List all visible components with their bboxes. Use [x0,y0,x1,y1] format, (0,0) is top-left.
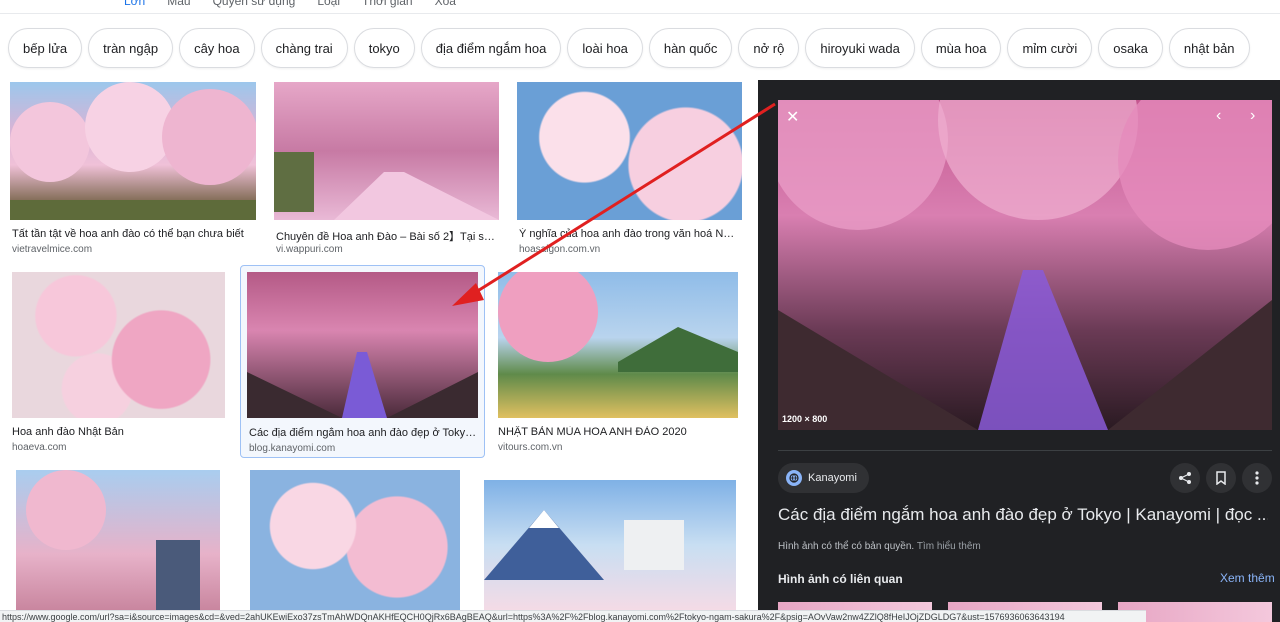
share-icon [1179,472,1191,484]
chip[interactable]: hàn quốc [648,28,733,68]
result-thumbnail[interactable] [10,82,256,220]
result-caption[interactable]: Ý nghĩa của hoa anh đào trong văn hoá Nh… [519,228,739,240]
result-thumbnail[interactable] [517,82,742,220]
save-button[interactable] [1206,463,1236,493]
chip[interactable]: loài hoa [567,28,643,68]
result-caption[interactable]: Chuyên đề Hoa anh Đào – Bài số 2】Tại sao… [276,228,496,244]
image-result[interactable]: Hoa anh đào Nhật Bản hoaeva.com [12,272,225,453]
search-tools-bar: Lớn Màu Quyền sử dụng Loại Thời gian Xóa [0,0,1280,14]
image-result[interactable]: NHẬT BẢN MÙA HOA ANH ĐÀO 2020 vitours.co… [498,272,738,453]
copyright-notice: Hình ảnh có thể có bản quyền. Tìm hiểu t… [778,541,981,552]
tool-clear[interactable]: Xóa [435,0,456,8]
chip[interactable]: chàng trai [260,28,348,68]
image-result[interactable]: Tất tần tật về hoa anh đào có thể bạn ch… [10,82,256,258]
related-search-chips: bếp lửa tràn ngập cây hoa chàng trai tok… [8,28,1250,68]
image-result[interactable] [16,470,220,610]
preview-title[interactable]: Các địa điểm ngắm hoa anh đào đẹp ở Toky… [778,505,1268,525]
close-icon[interactable]: ✕ [786,107,799,127]
result-source[interactable]: blog.kanayomi.com [249,443,335,454]
result-thumbnail[interactable] [247,272,478,418]
chip[interactable]: địa điểm ngắm hoa [420,28,562,68]
chip[interactable]: osaka [1098,28,1163,68]
see-more-link[interactable]: Xem thêm [1220,571,1275,585]
chevron-right-icon[interactable]: › [1250,107,1255,125]
result-source[interactable]: vitours.com.vn [498,442,562,453]
image-result[interactable]: Chuyên đề Hoa anh Đào – Bài số 2】Tại sao… [274,82,499,258]
mount-fuji-image [484,510,684,580]
result-source[interactable]: vi.wappuri.com [276,244,343,255]
chip[interactable]: mỉm cười [1007,28,1093,68]
globe-icon [786,470,802,486]
chip[interactable]: bếp lửa [8,28,83,68]
chevron-left-icon[interactable]: ‹ [1216,107,1221,125]
image-result[interactable] [250,470,460,610]
chip[interactable]: mùa hoa [920,28,1002,68]
site-badge[interactable]: Kanayomi [778,463,869,493]
result-thumbnail[interactable] [12,272,225,418]
chip[interactable]: tràn ngập [88,28,174,68]
result-thumbnail[interactable] [498,272,738,418]
more-options-button[interactable] [1242,463,1272,493]
chip[interactable]: cây hoa [179,28,255,68]
learn-more-link[interactable]: Tìm hiểu thêm [917,541,981,552]
result-source[interactable]: hoaeva.com [12,442,66,453]
result-thumbnail[interactable] [484,480,736,610]
result-source[interactable]: hoasaigon.com.vn [519,244,600,255]
canal-blossom-image [778,100,1272,430]
result-thumbnail[interactable] [274,82,499,220]
result-thumbnail[interactable] [16,470,220,610]
status-bar-url: https://www.google.com/url?sa=i&source=i… [0,610,1146,622]
more-vert-icon [1255,471,1259,485]
tool-size[interactable]: Lớn [124,0,145,8]
result-thumbnail[interactable] [250,470,460,610]
tool-type[interactable]: Loại [317,0,340,8]
chip[interactable]: hiroyuki wada [805,28,915,68]
blossom-image [498,272,738,372]
share-button[interactable] [1170,463,1200,493]
copyright-text: Hình ảnh có thể có bản quyền. [778,541,915,552]
result-caption[interactable]: NHẬT BẢN MÙA HOA ANH ĐÀO 2020 [498,426,736,438]
divider [778,450,1272,451]
chip[interactable]: tokyo [353,28,415,68]
tool-time[interactable]: Thời gian [362,0,413,8]
bookmark-icon [1216,471,1226,485]
tool-color[interactable]: Màu [167,0,190,8]
result-caption[interactable]: Tất tần tật về hoa anh đào có thể bạn ch… [12,228,252,240]
chip[interactable]: nở rộ [738,28,800,68]
image-preview-panel: ✕ ‹ › 1200 × 800 Kanayomi Các địa điểm n… [758,80,1280,622]
image-result[interactable] [484,480,736,610]
result-caption[interactable]: Hoa anh đào Nhật Bản [12,426,222,438]
pagoda-image [26,470,200,610]
blossom-image [10,82,256,220]
blossom-image [274,152,499,220]
result-source[interactable]: vietravelmice.com [12,244,92,255]
preview-image[interactable] [778,100,1272,430]
image-result-selected[interactable]: Các địa điểm ngắm hoa anh đào đẹp ở Toky… [240,265,485,458]
related-images-heading: Hình ảnh có liên quan [778,572,903,586]
image-results-grid: Tất tần tật về hoa anh đào có thể bạn ch… [0,80,750,610]
result-caption[interactable]: Các địa điểm ngắm hoa anh đào đẹp ở Toky… [249,427,479,439]
tool-usage-rights[interactable]: Quyền sử dụng [213,0,296,8]
image-dimensions: 1200 × 800 [782,414,828,424]
image-result[interactable]: Ý nghĩa của hoa anh đào trong văn hoá Nh… [517,82,742,258]
blossom-image [247,352,478,418]
site-name[interactable]: Kanayomi [808,472,857,484]
chip[interactable]: nhật bản [1168,28,1250,68]
